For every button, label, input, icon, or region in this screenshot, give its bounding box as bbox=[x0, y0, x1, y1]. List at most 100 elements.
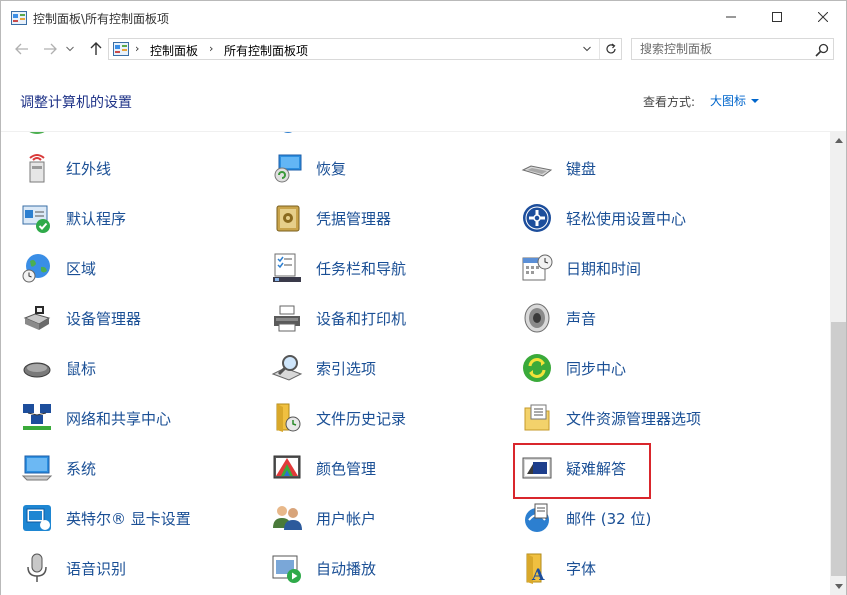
color-management-icon bbox=[273, 455, 301, 479]
file-history-icon bbox=[276, 403, 301, 432]
user-accounts-icon bbox=[273, 506, 302, 530]
search-icon[interactable] bbox=[814, 42, 830, 58]
chevron-down-icon bbox=[834, 584, 843, 589]
item-speech-recognition[interactable]: 语音识别 bbox=[21, 548, 126, 588]
credential-manager-icon bbox=[276, 205, 300, 232]
item-system[interactable]: 系统 bbox=[21, 448, 96, 488]
item-mail[interactable]: 邮件 (32 位) bbox=[521, 498, 651, 538]
indexing-icon bbox=[271, 355, 303, 381]
breadcrumb-all-items[interactable]: 所有控制面板项 bbox=[224, 42, 308, 59]
up-button[interactable] bbox=[86, 40, 106, 58]
scrollbar-thumb[interactable] bbox=[831, 322, 846, 576]
network-icon bbox=[23, 404, 51, 430]
device-manager-icon bbox=[23, 306, 51, 330]
infrared-icon bbox=[29, 154, 45, 183]
forward-button[interactable] bbox=[40, 40, 60, 58]
item-label: 设备管理器 bbox=[66, 309, 142, 328]
item-keyboard[interactable]: 键盘 bbox=[521, 148, 596, 188]
maximize-icon bbox=[772, 12, 782, 22]
refresh-button[interactable] bbox=[599, 39, 621, 59]
minimize-button[interactable] bbox=[708, 1, 754, 33]
item-label: 颜色管理 bbox=[316, 459, 377, 478]
calendar-clock-icon bbox=[522, 254, 553, 281]
vertical-scrollbar[interactable] bbox=[830, 132, 847, 595]
close-button[interactable] bbox=[800, 1, 846, 33]
item-label: 日期和时间 bbox=[566, 259, 642, 278]
item-taskbar-navigation[interactable]: 任务栏和导航 bbox=[271, 248, 406, 288]
arrow-right-icon bbox=[44, 43, 57, 55]
troubleshooting-icon bbox=[522, 457, 552, 479]
refresh-icon bbox=[605, 43, 616, 54]
item-indexing-options[interactable]: 索引选项 bbox=[271, 348, 376, 388]
ease-of-access-icon bbox=[523, 204, 551, 232]
default-programs-icon bbox=[22, 205, 50, 233]
item-date-time[interactable]: 日期和时间 bbox=[521, 248, 641, 288]
address-history-button[interactable] bbox=[579, 41, 595, 57]
page-header: 调整计算机的设置 查看方式: 大图标 bbox=[0, 64, 847, 132]
item-troubleshooting[interactable]: 疑难解答 bbox=[521, 448, 626, 488]
item-label: 语音识别 bbox=[66, 559, 127, 578]
item-file-explorer-options[interactable]: 文件资源管理器选项 bbox=[521, 398, 701, 438]
item-label: 凭据管理器 bbox=[316, 209, 392, 228]
item-user-accounts[interactable]: 用户帐户 bbox=[271, 498, 376, 538]
item-label: 红外线 bbox=[66, 159, 112, 178]
item-credential-manager[interactable]: 凭据管理器 bbox=[271, 198, 391, 238]
item-label: 文件资源管理器选项 bbox=[566, 409, 702, 428]
fonts-icon: A bbox=[526, 553, 545, 584]
item-default-programs[interactable]: 默认程序 bbox=[21, 198, 126, 238]
item-color-management[interactable]: 颜色管理 bbox=[271, 448, 376, 488]
item-label: 任务栏和导航 bbox=[316, 259, 407, 278]
breadcrumb-separator-icon[interactable]: › bbox=[135, 42, 139, 55]
item-fonts[interactable]: A 字体 bbox=[521, 548, 596, 588]
globe-clock-icon bbox=[22, 254, 50, 283]
minimize-icon bbox=[726, 16, 736, 18]
control-panel-icon bbox=[11, 11, 27, 25]
view-by-dropdown[interactable]: 大图标 bbox=[710, 92, 760, 109]
chevron-down-icon bbox=[583, 46, 591, 52]
address-bar[interactable]: › 控制面板 › 所有控制面板项 bbox=[108, 38, 622, 60]
item-infrared[interactable]: 红外线 bbox=[21, 148, 111, 188]
item-sound[interactable]: 声音 bbox=[521, 298, 596, 338]
item-sync-center[interactable]: 同步中心 bbox=[521, 348, 626, 388]
keyboard-icon bbox=[521, 165, 553, 177]
item-label: 文件历史记录 bbox=[316, 409, 407, 428]
item-device-manager[interactable]: 设备管理器 bbox=[21, 298, 141, 338]
item-devices-printers[interactable]: 设备和打印机 bbox=[271, 298, 406, 338]
breadcrumb-control-panel[interactable]: 控制面板 bbox=[150, 42, 198, 59]
item-file-history[interactable]: 文件历史记录 bbox=[271, 398, 406, 438]
item-label: 英特尔® 显卡设置 bbox=[66, 509, 191, 528]
item-region[interactable]: 区域 bbox=[21, 248, 96, 288]
item-label: 用户帐户 bbox=[316, 509, 377, 528]
item-ease-of-access[interactable]: 轻松使用设置中心 bbox=[521, 198, 686, 238]
microphone-icon bbox=[27, 553, 47, 582]
page-title: 调整计算机的设置 bbox=[20, 95, 132, 111]
item-label: 轻松使用设置中心 bbox=[566, 209, 687, 228]
item-intel-graphics[interactable]: 英特尔® 显卡设置 bbox=[21, 498, 191, 538]
scroll-down-button[interactable] bbox=[830, 578, 847, 595]
item-autoplay[interactable]: 自动播放 bbox=[271, 548, 376, 588]
item-label: 声音 bbox=[566, 309, 597, 328]
folder-options-icon bbox=[524, 404, 550, 431]
breadcrumb-separator-icon[interactable]: › bbox=[209, 42, 213, 55]
control-panel-icon bbox=[113, 42, 129, 56]
svg-text:A: A bbox=[531, 565, 545, 584]
item-recovery[interactable]: 恢复 bbox=[271, 148, 346, 188]
title-bar: 控制面板\所有控制面板项 bbox=[0, 0, 847, 34]
close-icon bbox=[818, 12, 828, 22]
system-icon bbox=[21, 455, 53, 481]
back-button[interactable] bbox=[12, 40, 32, 58]
recent-locations-button[interactable] bbox=[64, 40, 76, 58]
item-label: 字体 bbox=[566, 559, 597, 578]
item-label: 索引选项 bbox=[316, 359, 377, 378]
mouse-icon bbox=[23, 362, 51, 378]
scroll-up-button[interactable] bbox=[830, 132, 847, 149]
item-network-sharing[interactable]: 网络和共享中心 bbox=[21, 398, 171, 438]
search-input[interactable] bbox=[632, 39, 812, 59]
sync-icon bbox=[523, 354, 551, 382]
taskbar-icon bbox=[273, 253, 301, 282]
intel-graphics-icon bbox=[23, 505, 51, 531]
item-label: 恢复 bbox=[316, 159, 347, 178]
item-mouse[interactable]: 鼠标 bbox=[21, 348, 96, 388]
maximize-button[interactable] bbox=[754, 1, 800, 33]
search-box[interactable] bbox=[631, 38, 834, 60]
